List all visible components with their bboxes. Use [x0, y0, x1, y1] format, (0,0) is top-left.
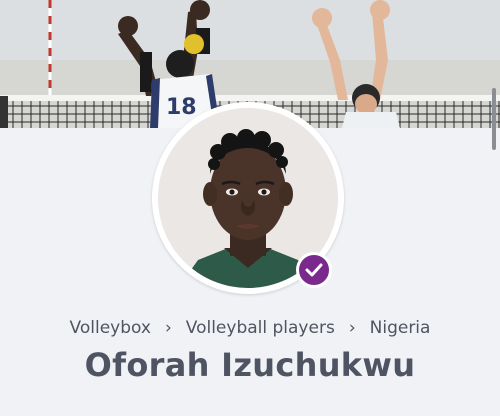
verified-badge — [296, 252, 332, 288]
breadcrumb: Volleybox › Volleyball players › Nigeria — [0, 318, 500, 338]
breadcrumb-item-volleybox[interactable]: Volleybox — [70, 318, 151, 338]
breadcrumb-item-volleyball-players[interactable]: Volleyball players — [186, 318, 335, 338]
page-title: Oforah Izuchukwu — [84, 346, 416, 384]
chevron-right-icon: › — [164, 318, 172, 338]
chevron-right-icon: › — [348, 318, 356, 338]
scrollbar-thumb[interactable] — [492, 88, 496, 150]
jersey-number: 18 — [166, 95, 197, 120]
check-icon — [305, 263, 323, 277]
breadcrumb-item-nigeria[interactable]: Nigeria — [370, 318, 431, 338]
